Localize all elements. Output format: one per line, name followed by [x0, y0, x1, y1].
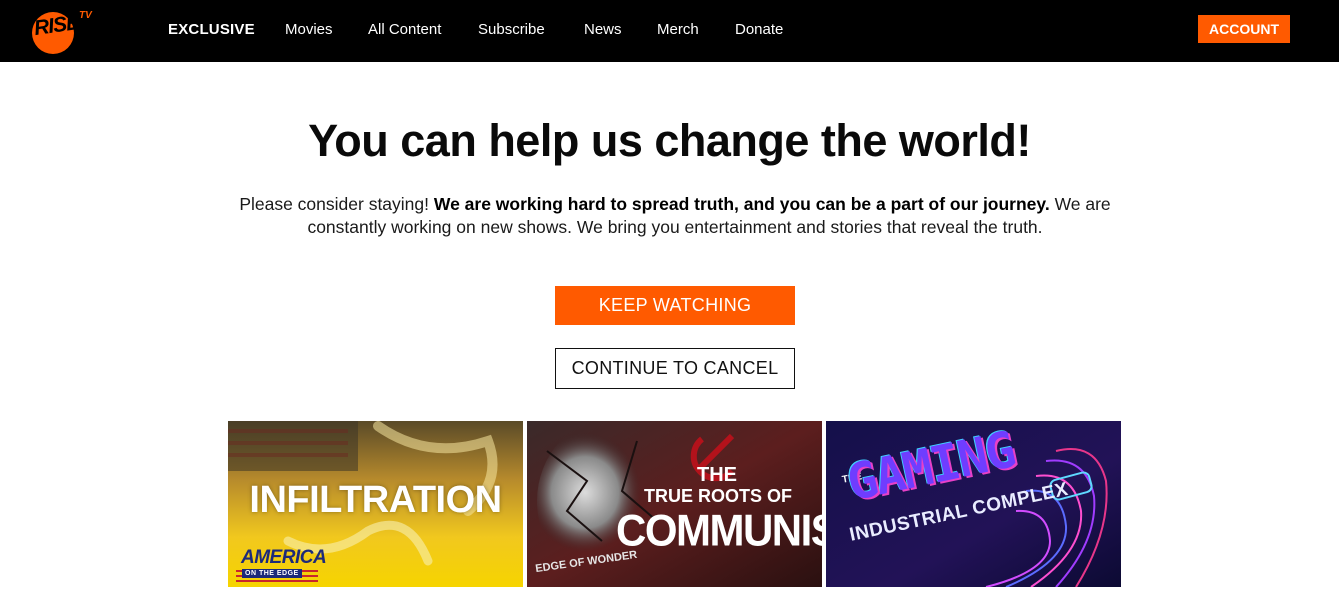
thumbnail-title-line2: TRUE ROOTS OF: [644, 486, 792, 506]
thumbnail-true-roots-of-communism[interactable]: THE TRUE ROOTS OF COMMUNISM EDGE OF WOND…: [527, 421, 822, 587]
thumbnail-brand-sub: ON THE EDGE: [242, 569, 302, 578]
nav-donate[interactable]: Donate: [735, 21, 783, 39]
thumbnail-title: INFILTRATION: [249, 479, 502, 521]
thumbnail-brand: AMERICA: [241, 547, 327, 568]
intro-text-part1: Please consider staying!: [239, 194, 434, 214]
thumbnail-title-line1: THE: [697, 464, 737, 486]
keep-watching-button[interactable]: KEEP WATCHING: [555, 286, 795, 325]
thumbnail-gaming-industrial-complex[interactable]: THE GAMING INDUSTRIAL COMPLEX: [826, 421, 1121, 587]
logo-suffix: TV: [79, 10, 92, 21]
thumbnail-title-line3: COMMUNISM: [616, 505, 822, 556]
page-title: You can help us change the world!: [308, 115, 1031, 166]
nav-subscribe[interactable]: Subscribe: [478, 21, 545, 39]
nav-exclusive[interactable]: EXCLUSIVE: [168, 21, 255, 39]
nav-news[interactable]: News: [584, 21, 622, 39]
nav-merch[interactable]: Merch: [657, 21, 699, 39]
continue-to-cancel-button[interactable]: CONTINUE TO CANCEL: [555, 348, 795, 389]
nav-movies[interactable]: Movies: [285, 21, 333, 39]
risetv-logo[interactable]: RISE TV: [32, 6, 94, 54]
nav-all-content[interactable]: All Content: [368, 21, 441, 39]
account-button[interactable]: ACCOUNT: [1198, 15, 1290, 43]
thumbnail-infiltration[interactable]: INFILTRATION AMERICA ON THE EDGE: [228, 421, 523, 587]
intro-text-bold: We are working hard to spread truth, and…: [433, 194, 1050, 214]
top-navigation-bar: RISE TV EXCLUSIVE Movies All Content Sub…: [0, 0, 1339, 62]
intro-paragraph: Please consider staying! We are working …: [220, 193, 1130, 239]
